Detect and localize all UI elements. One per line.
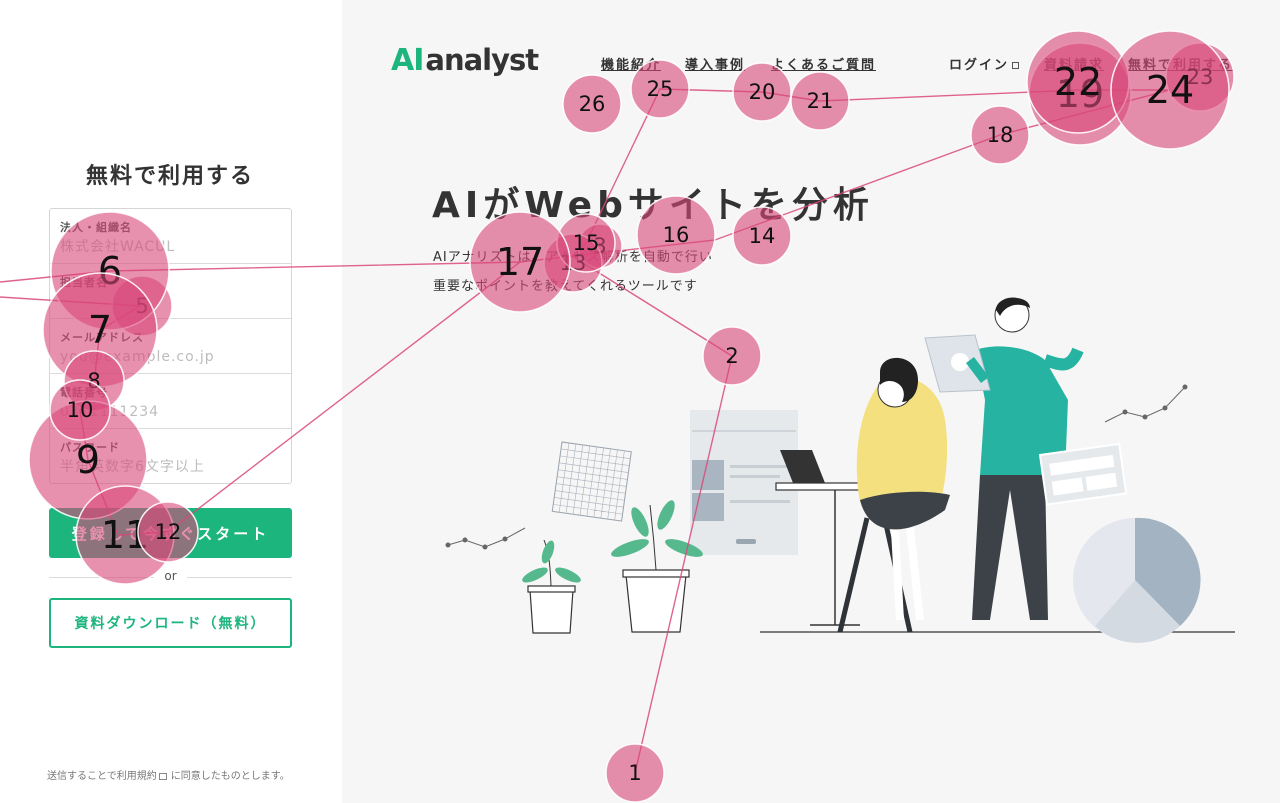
grid-paper-icon	[551, 441, 632, 522]
gaze-fixation-number: 19	[1056, 72, 1104, 116]
nav-request-docs[interactable]: 資料請求	[1044, 54, 1104, 74]
gaze-fixation-marker	[562, 74, 622, 134]
logo-text: analyst	[425, 43, 539, 77]
hero-illustration	[445, 297, 1235, 643]
gaze-fixation-marker	[970, 105, 1030, 165]
gaze-fixation-number: 20	[749, 80, 776, 104]
hero-title: AIがWebサイトを分析	[432, 185, 874, 226]
contact-name-input[interactable]	[60, 294, 281, 310]
nav-faq[interactable]: よくあるご質問	[771, 54, 876, 74]
field-label-contact-name: 担当者名	[60, 276, 108, 289]
field-email: メールアドレス	[50, 319, 291, 374]
gaze-fixation-marker	[1110, 30, 1230, 150]
terms-link[interactable]: 利用規約	[117, 771, 157, 782]
nav-login-link[interactable]: ログイン	[949, 58, 1009, 73]
small-plant-icon	[522, 539, 581, 634]
external-link-icon	[158, 772, 167, 780]
nav-free-trial[interactable]: 無料で利用する	[1128, 54, 1233, 74]
phone-input[interactable]	[60, 404, 281, 420]
signup-title: 無料で利用する	[85, 164, 254, 189]
email-input[interactable]	[60, 349, 281, 365]
field-label-phone: 電話番号	[60, 386, 108, 399]
gaze-fixation-number: 21	[807, 89, 834, 113]
floating-dashboard-icon	[1038, 442, 1128, 506]
download-materials-button[interactable]: 資料ダウンロード（無料）	[49, 598, 292, 648]
field-label-password: パスワード	[60, 441, 120, 454]
field-label-email: メールアドレス	[60, 331, 144, 344]
hero-subtitle-line1: AIアナリストは、アクセス解析を自動で行い	[433, 250, 713, 265]
nav-login[interactable]: ログイン	[949, 54, 1020, 74]
gaze-fixation-number: 18	[987, 123, 1014, 147]
or-divider: or	[49, 568, 292, 588]
mini-chart-left-icon	[445, 527, 526, 550]
field-phone: 電話番号	[50, 374, 291, 429]
terms-prefix: 送信することで	[47, 771, 117, 782]
logo-accent: AI	[391, 42, 424, 78]
pie-chart-icon	[1073, 517, 1201, 643]
external-link-icon	[1012, 62, 1020, 69]
field-password: パスワード	[50, 429, 291, 484]
divider-text: or	[164, 569, 177, 583]
terms-suffix: に同意したものとします。	[170, 771, 290, 782]
gaze-fixation-number: 26	[579, 92, 606, 116]
gaze-fixation-number: 25	[647, 77, 674, 101]
logo[interactable]: AI analyst	[391, 40, 539, 80]
mini-chart-right-icon	[1104, 384, 1188, 423]
signup-form: 法人・組織名 担当者名 メールアドレス 電話番号 パスワード	[49, 208, 292, 484]
nav-cases[interactable]: 導入事例	[685, 54, 745, 74]
organization-input[interactable]	[60, 239, 281, 255]
gaze-fixation-number: 1	[628, 761, 641, 785]
gaze-fixation-marker	[605, 743, 665, 803]
signup-panel: 無料で利用する 法人・組織名 担当者名 メールアドレス 電話番号 パスワード 登…	[0, 0, 342, 803]
register-start-button[interactable]: 登録して今すぐスタート	[49, 508, 292, 558]
gaze-fixation-number: 24	[1146, 68, 1194, 112]
divider-line-right	[187, 577, 292, 578]
password-input[interactable]	[60, 459, 281, 475]
terms-notice: 送信することで利用規約 に同意したものとします。	[47, 767, 290, 782]
field-contact-name: 担当者名	[50, 264, 291, 319]
gaze-fixation-marker	[790, 71, 850, 131]
field-organization: 法人・組織名	[50, 209, 291, 264]
field-label-organization: 法人・組織名	[60, 221, 132, 234]
gaze-fixation-marker	[1026, 30, 1130, 134]
nav-features[interactable]: 機能紹介	[601, 54, 661, 74]
woman-working-laptop	[775, 357, 950, 633]
